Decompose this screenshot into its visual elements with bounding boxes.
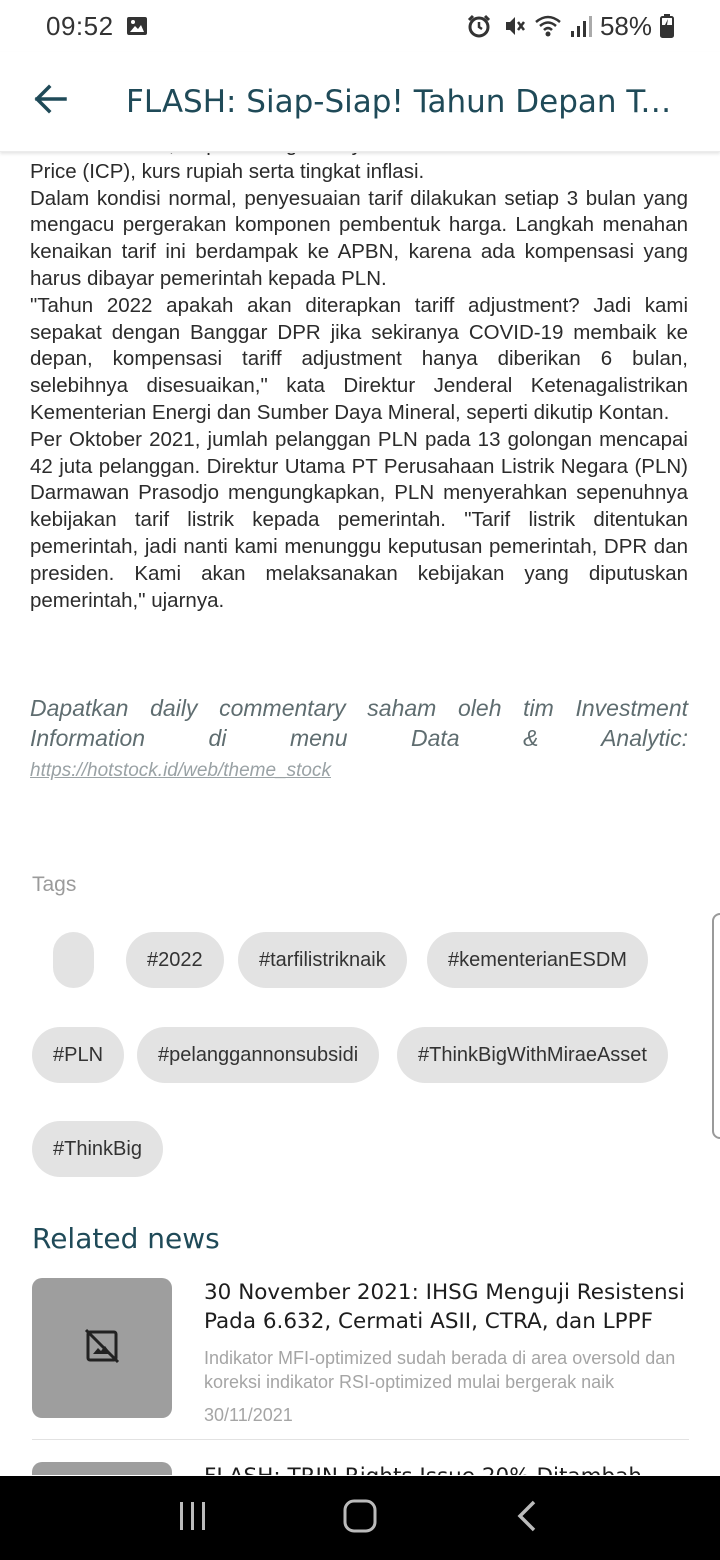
promo-link[interactable]: https://hotstock.id/web/theme_stock: [30, 760, 331, 781]
article-paragraph: selalu berubah, seperti harga minyak men…: [30, 153, 688, 183]
home-button[interactable]: [330, 1488, 390, 1548]
news-body: FLASH: TRIN Rights Issue 20% Ditambah: [204, 1462, 689, 1475]
article-content[interactable]: selalu berubah, seperti harga minyak men…: [0, 153, 720, 1475]
tag-chip[interactable]: #tarfilistriknaik: [238, 932, 407, 988]
wifi-icon: [534, 13, 562, 39]
news-summary: Indikator MFI-optimized sudah berada di …: [204, 1348, 676, 1392]
back-button[interactable]: [2, 54, 98, 150]
article-body: selalu berubah, seperti harga minyak men…: [30, 153, 688, 614]
article-paragraph: Per Oktober 2021, jumlah pelanggan PLN p…: [30, 427, 688, 612]
tag-chip[interactable]: #pelanggannonsubsidi: [137, 1027, 380, 1083]
system-nav-bar: [0, 1476, 720, 1560]
tag-chip[interactable]: #PLN: [32, 1027, 125, 1083]
article-paragraph: "Tahun 2022 apakah akan diterapkan tarif…: [30, 293, 688, 424]
status-time: 09:52: [46, 10, 114, 41]
tags-label: Tags: [32, 873, 77, 896]
page-title: FLASH: Siap-Siap! Tahun Depan Tarif List…: [126, 83, 686, 120]
arrow-left-icon: [33, 84, 67, 119]
app-bar: FLASH: Siap-Siap! Tahun Depan Tarif List…: [0, 52, 720, 152]
battery-charging-icon: [660, 14, 674, 38]
scroll-handle[interactable]: [712, 913, 720, 1139]
back-nav-icon: [516, 1500, 538, 1537]
news-date: 30/11/2021: [204, 1405, 293, 1425]
broken-image-icon: [84, 1328, 120, 1369]
article-paragraph: Dalam kondisi normal, penyesuaian tarif …: [30, 186, 688, 290]
tag-chip[interactable]: #2022: [126, 932, 224, 988]
tag-chip[interactable]: #ThinkBig: [32, 1121, 163, 1177]
tag-chip[interactable]: #kementerianESDM: [427, 932, 648, 988]
related-news-item[interactable]: 30 November 2021: IHSG Menguji Resistens…: [32, 1278, 689, 1426]
recent-apps-icon: [178, 1501, 208, 1536]
signal-icon: [570, 14, 592, 38]
promo-text: Dapatkan daily commentary saham oleh tim…: [30, 693, 688, 786]
promo-message: Dapatkan daily commentary saham oleh tim…: [30, 695, 688, 751]
related-news-title: Related news: [32, 1222, 220, 1255]
related-news-item[interactable]: FLASH: TRIN Rights Issue 20% Ditambah: [32, 1462, 689, 1475]
home-icon: [343, 1499, 377, 1538]
back-nav-button[interactable]: [497, 1488, 557, 1548]
news-body: 30 November 2021: IHSG Menguji Resistens…: [204, 1278, 689, 1426]
status-bar: 09:52 58%: [0, 0, 720, 52]
divider: [32, 1439, 689, 1440]
tag-chip-empty[interactable]: [53, 932, 94, 988]
news-title: 30 November 2021: IHSG Menguji Resistens…: [204, 1280, 685, 1334]
image-icon: [126, 15, 148, 37]
news-thumbnail: [32, 1462, 172, 1475]
battery-level: 58%: [599, 10, 652, 41]
news-title: FLASH: TRIN Rights Issue 20% Ditambah: [204, 1462, 689, 1475]
tag-chip[interactable]: #ThinkBigWithMiraeAsset: [397, 1027, 668, 1083]
news-thumbnail: [32, 1278, 172, 1418]
vibrate-mute-icon: [500, 13, 526, 39]
recent-apps-button[interactable]: [163, 1488, 223, 1548]
alarm-icon: [466, 13, 492, 39]
